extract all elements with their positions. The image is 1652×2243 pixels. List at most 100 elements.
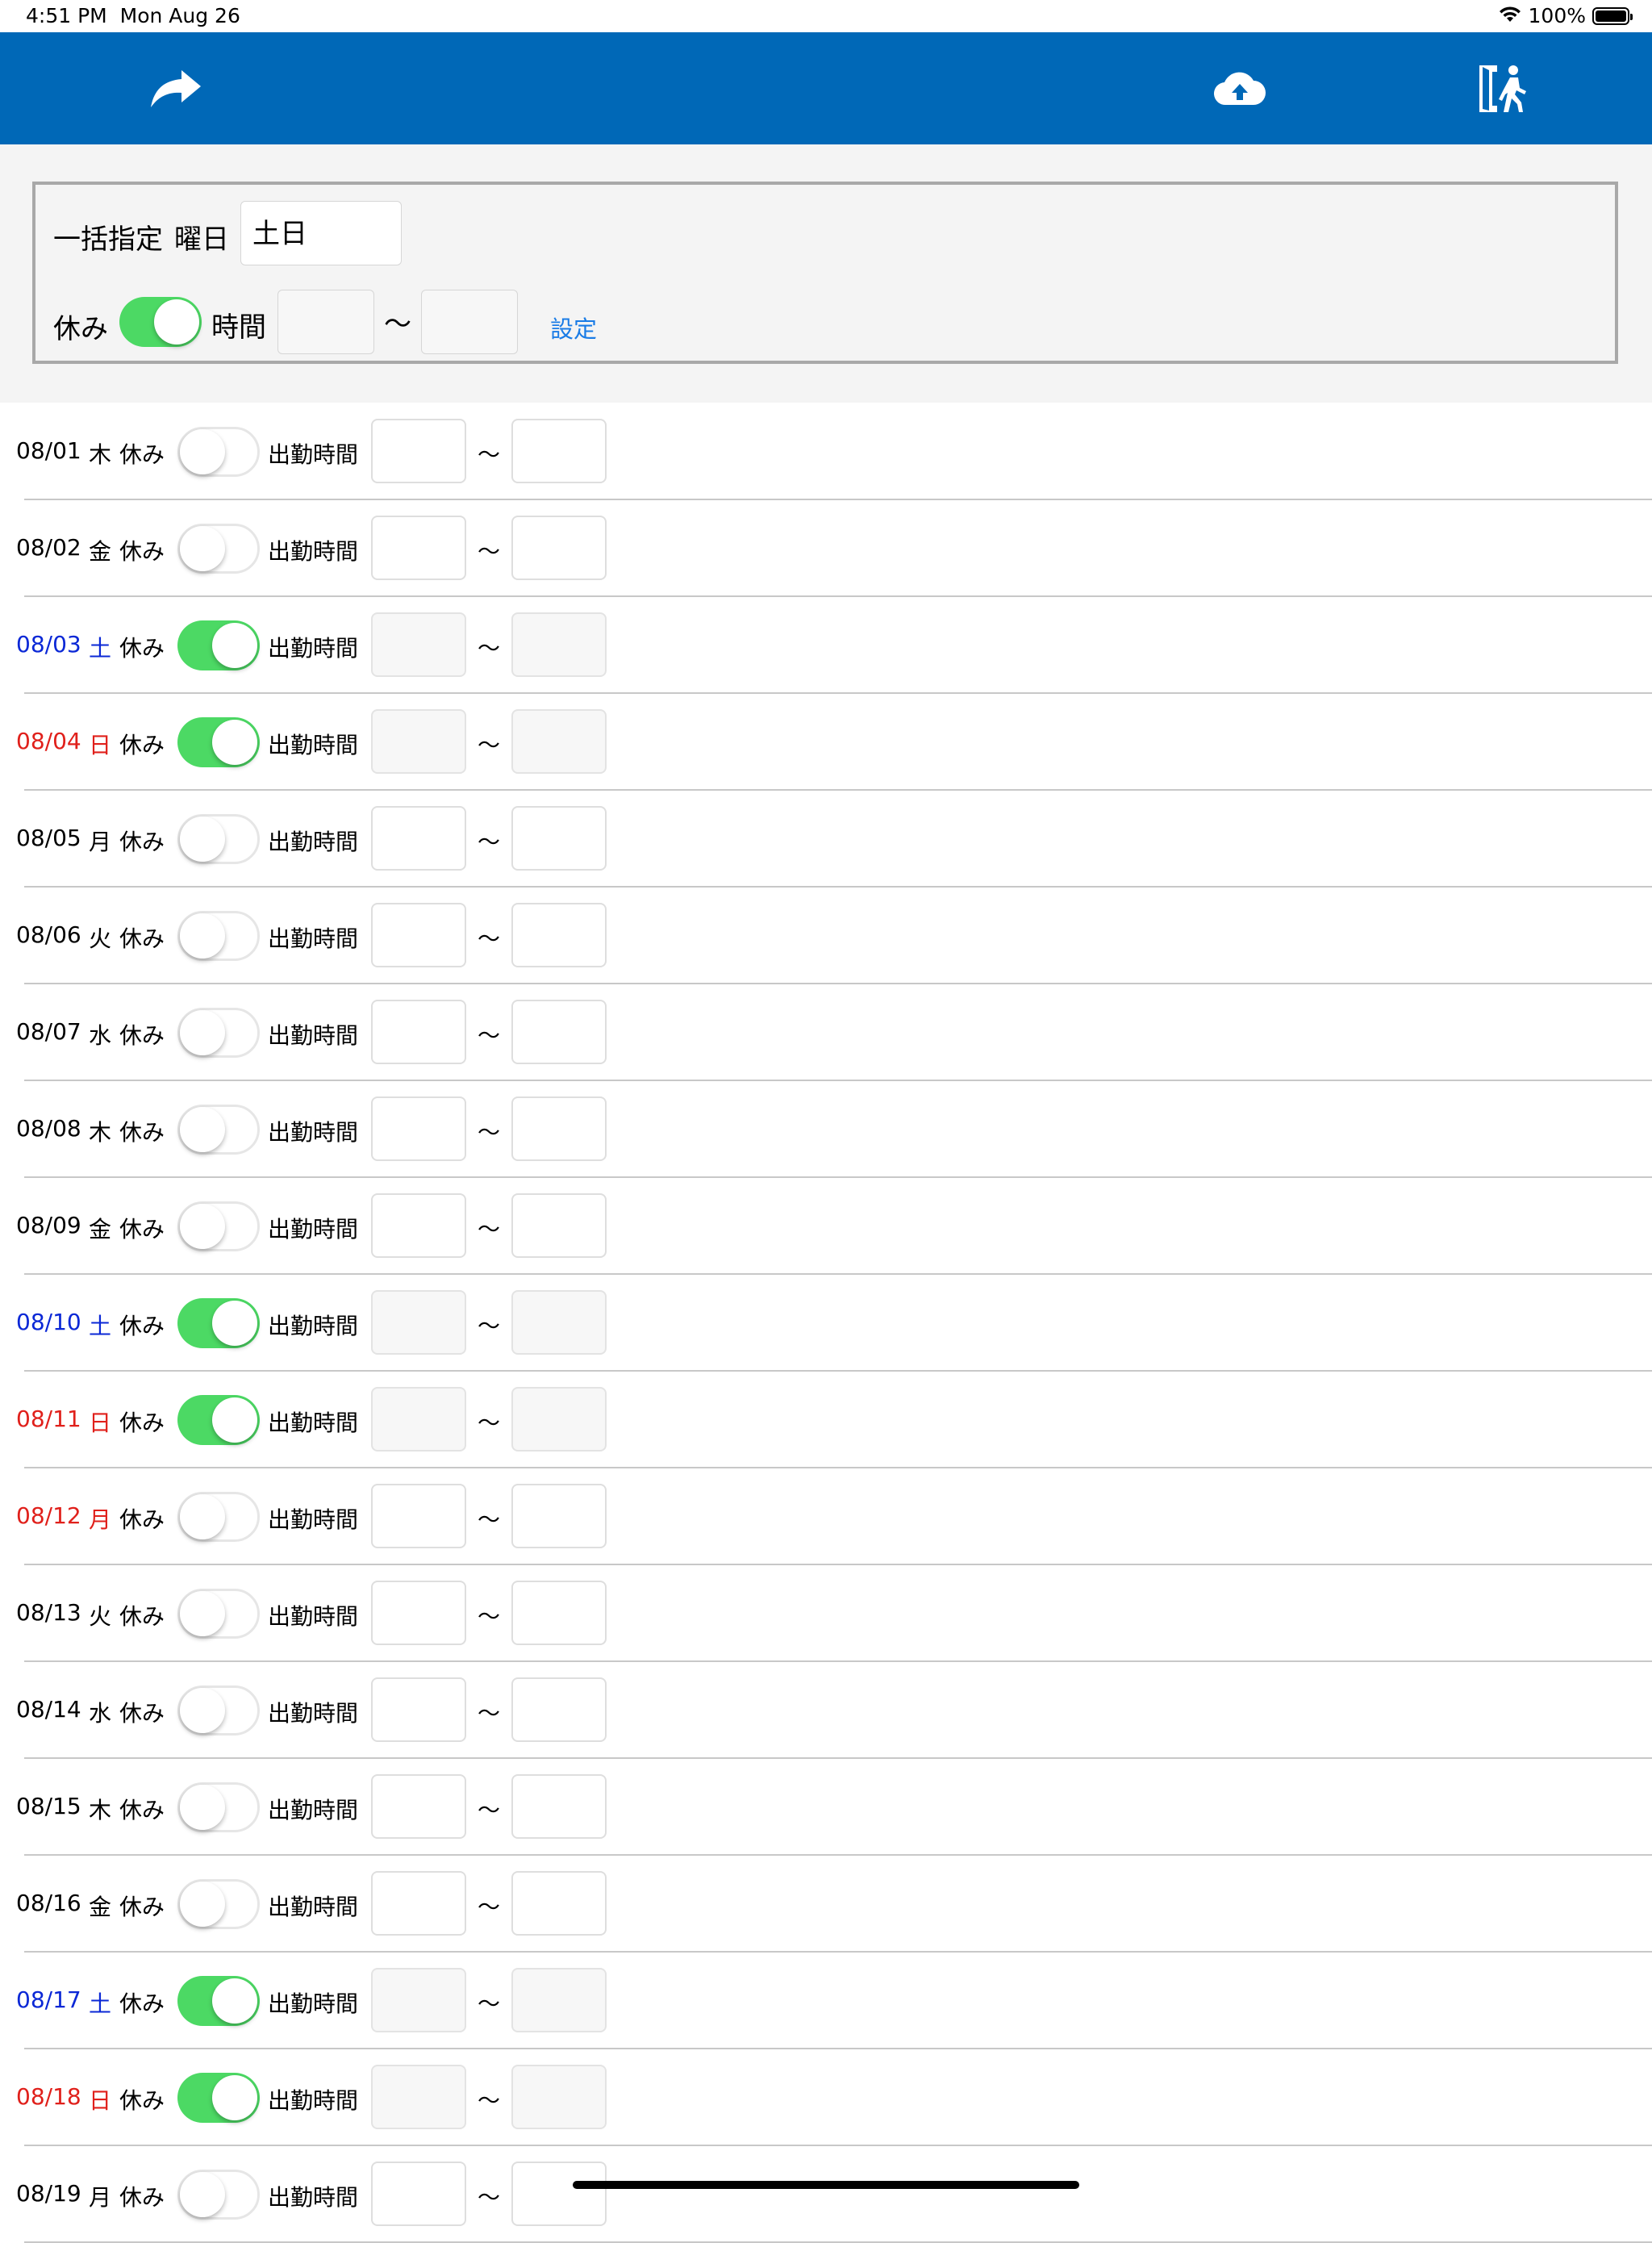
rest-toggle[interactable]: [177, 1685, 260, 1736]
exit-button[interactable]: [1476, 61, 1533, 117]
start-time-input[interactable]: [371, 1581, 466, 1645]
rest-toggle[interactable]: [177, 524, 260, 574]
start-time-input[interactable]: [371, 2065, 466, 2129]
end-time-input[interactable]: [511, 903, 607, 967]
rest-toggle[interactable]: [177, 1589, 260, 1639]
status-time: 4:51 PM: [26, 4, 107, 27]
rest-toggle[interactable]: [177, 717, 260, 767]
bulk-start-time-input[interactable]: [277, 290, 374, 354]
work-time-label: 出勤時間: [268, 2087, 359, 2114]
rest-label: 休み: [119, 1990, 165, 2017]
start-time-input[interactable]: [371, 419, 466, 483]
start-time-input[interactable]: [371, 1387, 466, 1451]
rest-label: 休み: [119, 1700, 165, 1727]
end-time-input[interactable]: [511, 612, 607, 677]
rest-toggle[interactable]: [177, 1395, 260, 1445]
start-time-input[interactable]: [371, 1871, 466, 1936]
start-time-input[interactable]: [371, 612, 466, 677]
start-time-input[interactable]: [371, 1193, 466, 1258]
bulk-end-time-input[interactable]: [421, 290, 518, 354]
start-time-input[interactable]: [371, 806, 466, 871]
day-weekday: 木: [89, 1119, 112, 1146]
rest-toggle[interactable]: [177, 620, 260, 670]
end-time-input[interactable]: [511, 1774, 607, 1839]
rest-label: 休み: [119, 1119, 165, 1146]
rest-label: 休み: [119, 829, 165, 855]
start-time-input[interactable]: [371, 709, 466, 774]
start-time-input[interactable]: [371, 1968, 466, 2032]
rest-toggle[interactable]: [177, 814, 260, 864]
start-time-input[interactable]: [371, 903, 466, 967]
end-time-input[interactable]: [511, 1581, 607, 1645]
rest-toggle[interactable]: [177, 1298, 260, 1348]
share-button[interactable]: [148, 61, 204, 117]
bulk-rest-toggle[interactable]: [119, 297, 202, 347]
end-time-input[interactable]: [511, 1968, 607, 2032]
day-weekday: 木: [89, 1797, 112, 1823]
start-time-input[interactable]: [371, 1096, 466, 1161]
end-time-input[interactable]: [511, 2065, 607, 2129]
end-time-input[interactable]: [511, 806, 607, 871]
day-weekday: 土: [89, 635, 112, 662]
end-time-input[interactable]: [511, 516, 607, 580]
end-time-input[interactable]: [511, 1387, 607, 1451]
start-time-input[interactable]: [371, 1290, 466, 1355]
work-time-label: 出勤時間: [268, 635, 359, 662]
end-time-input[interactable]: [511, 1484, 607, 1548]
start-time-input[interactable]: [371, 1484, 466, 1548]
rest-label: 休み: [119, 1894, 165, 1920]
day-date: 08/14: [16, 1696, 81, 1723]
rest-toggle[interactable]: [177, 1976, 260, 2026]
end-time-input[interactable]: [511, 1096, 607, 1161]
start-time-input[interactable]: [371, 516, 466, 580]
rest-toggle[interactable]: [177, 1782, 260, 1832]
day-row: 08/08 木休み 出勤時間 〜: [0, 1081, 1652, 1178]
end-time-input[interactable]: [511, 419, 607, 483]
rest-toggle[interactable]: [177, 1879, 260, 1929]
end-time-input[interactable]: [511, 1000, 607, 1064]
work-time-label: 出勤時間: [268, 1506, 359, 1533]
set-button[interactable]: 設定: [550, 311, 597, 345]
rest-toggle[interactable]: [177, 2073, 260, 2123]
weekday-input[interactable]: 土日: [240, 201, 402, 265]
day-row: 08/17 土休み 出勤時間 〜: [0, 1953, 1652, 2049]
status-time-date: 4:51 PM Mon Aug 26: [26, 4, 240, 27]
work-time-label: 出勤時間: [268, 441, 359, 468]
toggle-knob: [180, 2172, 225, 2217]
day-row: 08/02 金休み 出勤時間 〜: [0, 500, 1652, 597]
start-time-input[interactable]: [371, 1677, 466, 1742]
toggle-knob: [154, 299, 199, 345]
toggle-knob: [180, 429, 225, 474]
rest-toggle[interactable]: [177, 1201, 260, 1251]
day-row: 08/15 木休み 出勤時間 〜: [0, 1759, 1652, 1856]
upload-button[interactable]: [1212, 61, 1268, 117]
work-time-label: 出勤時間: [268, 1797, 359, 1823]
start-time-input[interactable]: [371, 1000, 466, 1064]
rest-toggle[interactable]: [177, 427, 260, 477]
day-weekday: 日: [89, 1410, 112, 1436]
weekday-label: 曜日: [174, 223, 229, 256]
rest-label: 休み: [119, 2087, 165, 2114]
start-time-input[interactable]: [371, 2162, 466, 2226]
rest-toggle[interactable]: [177, 1105, 260, 1155]
rest-toggle[interactable]: [177, 1008, 260, 1058]
bulk-label: 一括指定: [53, 223, 163, 256]
day-row: 08/19 月休み 出勤時間 〜: [0, 2146, 1652, 2243]
end-time-input[interactable]: [511, 1290, 607, 1355]
day-weekday: 土: [89, 1990, 112, 2017]
end-time-input[interactable]: [511, 1193, 607, 1258]
toggle-knob: [180, 1785, 225, 1830]
end-time-input[interactable]: [511, 2162, 607, 2226]
day-weekday: 月: [89, 829, 112, 855]
toggle-knob: [180, 1010, 225, 1055]
tilde: 〜: [478, 538, 501, 565]
rest-toggle[interactable]: [177, 2170, 260, 2220]
start-time-input[interactable]: [371, 1774, 466, 1839]
end-time-input[interactable]: [511, 709, 607, 774]
rest-toggle[interactable]: [177, 911, 260, 961]
rest-toggle[interactable]: [177, 1492, 260, 1542]
work-time-label: 出勤時間: [268, 1603, 359, 1630]
end-time-input[interactable]: [511, 1677, 607, 1742]
end-time-input[interactable]: [511, 1871, 607, 1936]
day-row: 08/12 月休み 出勤時間 〜: [0, 1468, 1652, 1565]
